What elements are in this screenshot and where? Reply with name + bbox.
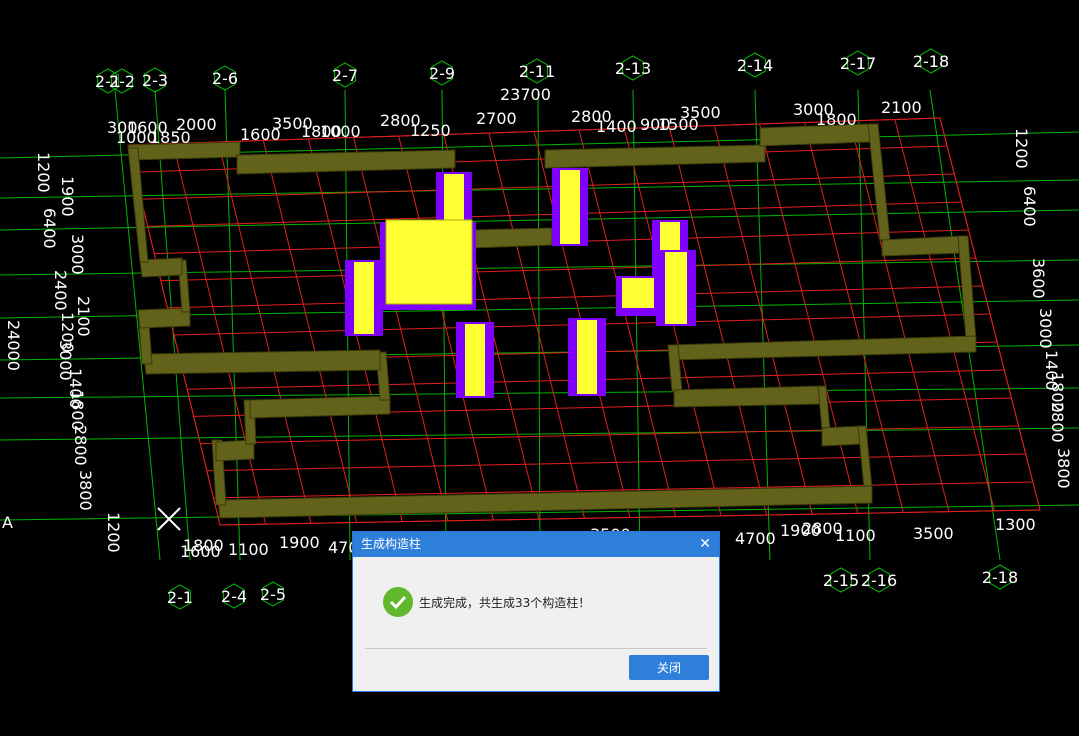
bottom-dimension: 1900 (279, 533, 320, 552)
bottom-dimension: 4700 (735, 529, 776, 548)
axis-label: 2-1 (167, 588, 193, 607)
top-dimension: 1000 (320, 122, 361, 141)
column (552, 168, 588, 246)
top-dimension: 1250 (410, 121, 451, 140)
bottom-dimension: 1600 (180, 542, 221, 561)
close-button[interactable]: 关闭 (629, 655, 709, 680)
left-dimension: 6400 (40, 208, 59, 249)
ucs-cross-icon (157, 507, 181, 531)
left-dimension: 1200 (104, 512, 123, 553)
dialog-message: 生成完成，共生成33个构造柱！ (419, 596, 591, 610)
top-axis-bubble: 2-11 (519, 58, 555, 84)
column (656, 250, 696, 326)
construction-columns (345, 168, 696, 398)
left-dimension: 1200 (34, 152, 53, 193)
axis-label: 2-6 (212, 69, 238, 88)
top-axis-bubble: 2-6 (212, 65, 238, 91)
bottom-axis-bubble: 2-16 (861, 567, 897, 593)
dialog-title: 生成构造柱 (361, 537, 422, 551)
generate-columns-dialog: 生成构造柱 ✕ 生成完成，共生成33个构造柱！ 关闭 (352, 531, 720, 692)
column (568, 318, 606, 396)
axis-label: 2-14 (737, 56, 773, 75)
bottom-axis-bubble: 2-15 (823, 567, 859, 593)
right-dimension: 3800 (1054, 448, 1073, 489)
axis-label: 2-16 (861, 571, 897, 590)
left-dimension: 3000 (68, 234, 87, 275)
top-dimension: 1800 (816, 110, 857, 129)
column (436, 172, 472, 222)
dialog-body: 生成完成，共生成33个构造柱！ (353, 557, 719, 647)
column (345, 260, 383, 336)
top-dimension: 2700 (476, 109, 517, 128)
axis-label: 2-5 (260, 585, 286, 604)
left-total-dimension: 24000 (4, 320, 23, 371)
right-dimension: 3000 (1036, 308, 1055, 349)
top-axis-bubble: 2-13 (615, 55, 651, 81)
top-axis-bubble: 2-18 (913, 48, 949, 74)
axis-label: 2-18 (913, 52, 949, 71)
right-dimension: 2800 (1048, 402, 1067, 443)
top-dimension: 3500 (680, 103, 721, 122)
bottom-axis-bubble: 2-4 (221, 583, 247, 609)
top-dimension: 1400 (596, 117, 637, 136)
right-dimension: 6400 (1020, 186, 1039, 227)
dialog-title-bar: 生成构造柱 ✕ (353, 532, 719, 557)
axis-label: 2-18 (982, 568, 1018, 587)
column (456, 322, 494, 398)
top-axis-bubble: 2-3 (142, 67, 168, 93)
close-icon[interactable]: ✕ (699, 532, 711, 557)
axis-label: 2-3 (142, 71, 168, 90)
bottom-dimension: 3500 (913, 524, 954, 543)
dialog-divider (365, 648, 707, 649)
top-axis-bubble: 2-2 (109, 68, 135, 94)
top-dimension: 2000 (176, 115, 217, 134)
axis-label: 2-17 (840, 54, 876, 73)
axis-label: 2-9 (429, 64, 455, 83)
success-check-icon (383, 587, 413, 617)
top-axis-bubble: 2-14 (737, 52, 773, 78)
left-dimension: 2800 (71, 425, 90, 466)
axis-label: 2-2 (109, 72, 135, 91)
bottom-dimension: 1100 (835, 526, 876, 545)
axis-label: 2-11 (519, 62, 555, 81)
axis-label: 2-15 (823, 571, 859, 590)
bottom-dimension: 1300 (995, 515, 1036, 534)
column (380, 219, 476, 310)
left-dimension: 3800 (76, 470, 95, 511)
left-dimensions: 1200640019003000240021001200300014001800… (34, 152, 123, 553)
axis-label: 2-4 (221, 587, 247, 606)
left-axis-label: A (2, 513, 13, 532)
left-dimension: 2400 (51, 270, 70, 311)
top-axis-bubble: 2-9 (429, 60, 455, 86)
right-dimension: 1200 (1012, 128, 1031, 169)
axis-label: 2-7 (332, 66, 358, 85)
bottom-dimension: 1100 (228, 540, 269, 559)
bottom-axis-bubble: 2-1 (167, 584, 193, 610)
top-dimension: 2100 (881, 98, 922, 117)
right-dimension: 3600 (1029, 258, 1048, 299)
bottom-axis-bubble: 2-18 (982, 564, 1018, 590)
bottom-axis-bubble: 2-5 (260, 581, 286, 607)
top-total-dimension: 23700 (500, 85, 551, 104)
axis-label: 2-13 (615, 59, 651, 78)
top-axis-bubble: 2-17 (840, 50, 876, 76)
left-dimension: 1900 (58, 176, 77, 217)
top-axis-bubble: 2-7 (332, 62, 358, 88)
column (616, 276, 656, 316)
